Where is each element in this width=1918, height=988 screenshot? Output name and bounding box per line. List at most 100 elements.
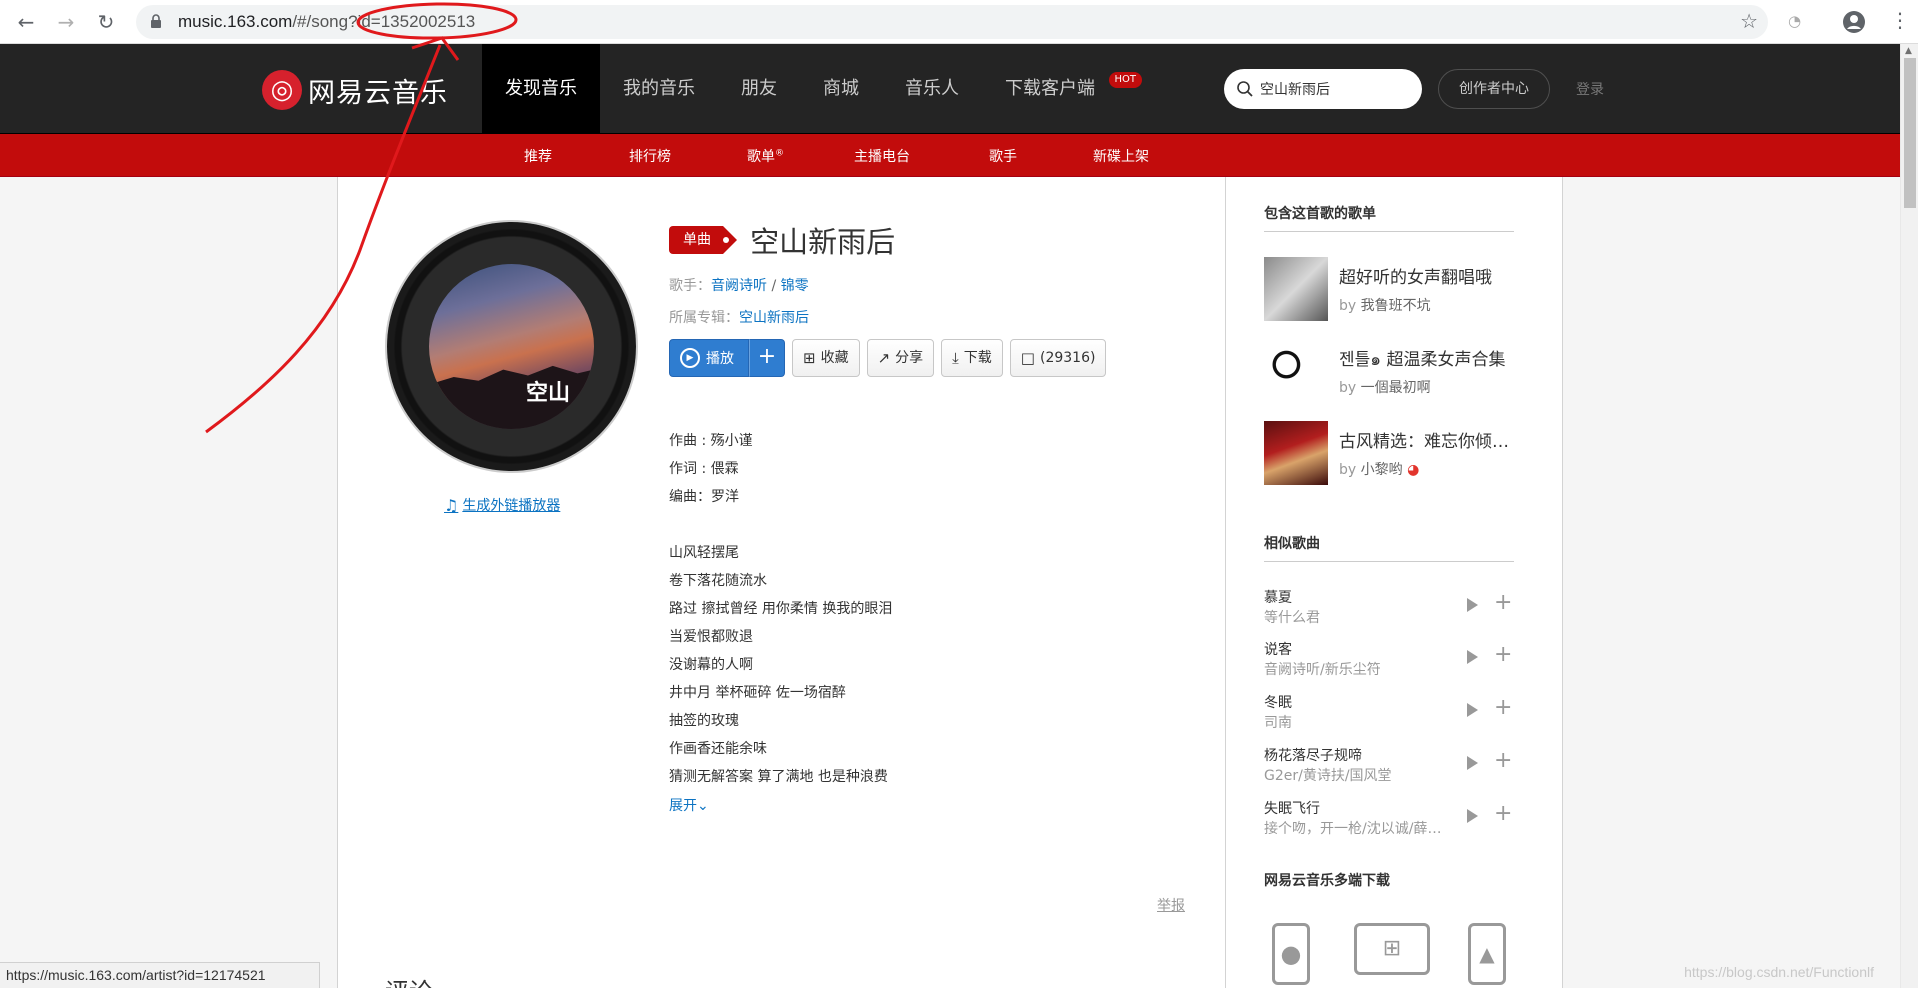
add-icon[interactable]: +	[1494, 643, 1512, 667]
playlist-creator[interactable]: 一個最初啊	[1361, 380, 1431, 396]
similar-song-name[interactable]: 杨花落尽子规啼	[1264, 745, 1362, 765]
login-link[interactable]: 登录	[1576, 79, 1604, 99]
similar-song-artist[interactable]: 等什么君	[1264, 607, 1454, 627]
similar-song-item: 杨花落尽子规啼 G2er/黄诗扶/国风堂 +	[1264, 745, 1514, 789]
play-icon[interactable]	[1467, 598, 1478, 612]
similar-song-item: 说客 音阙诗听/新乐尘符 +	[1264, 639, 1514, 683]
share-button[interactable]: ↗ 分享	[866, 339, 935, 377]
album-link[interactable]: 空山新雨后	[739, 310, 809, 326]
lyrics-gap	[669, 511, 892, 539]
comment-button[interactable]: □ (29316)	[1009, 339, 1107, 377]
nav-discover[interactable]: 发现音乐	[482, 44, 600, 134]
subnav-artists[interactable]: 歌手	[989, 146, 1017, 166]
similar-song-artist[interactable]: G2er/黄诗扶/国风堂	[1264, 765, 1454, 785]
similar-song-item: 冬眠 司南 +	[1264, 692, 1514, 736]
play-icon[interactable]	[1467, 650, 1478, 664]
url-path: /#/song?id=1352002513	[292, 12, 476, 31]
playlist-item[interactable]: 古风精选：难忘你倾城容颜 by 小黎哟 ◕	[1264, 421, 1524, 485]
share-icon: ↗	[877, 349, 891, 367]
add-icon[interactable]: +	[1494, 696, 1512, 720]
nav-friends[interactable]: 朋友	[718, 44, 800, 134]
search-input[interactable]	[1260, 77, 1410, 101]
subnav-playlists[interactable]: 歌单®	[747, 146, 784, 166]
add-icon[interactable]: +	[1494, 802, 1512, 826]
playlist-thumbnail[interactable]	[1264, 421, 1328, 485]
add-to-playlist-button[interactable]: +	[749, 339, 785, 377]
playlist-creator[interactable]: 小黎哟	[1361, 462, 1403, 478]
scroll-thumb[interactable]	[1904, 58, 1916, 208]
menu-kebab-icon[interactable]: ⋮	[1890, 8, 1910, 32]
by-label: by	[1339, 380, 1357, 396]
subnav-new-albums[interactable]: 新碟上架	[1093, 146, 1149, 166]
windows-device-icon[interactable]: ⊞	[1354, 923, 1430, 975]
address-bar[interactable]: music.163.com/#/song?id=1352002513 ☆	[136, 5, 1768, 39]
similar-section-title: 相似歌曲	[1264, 533, 1514, 562]
similar-song-name[interactable]: 慕夏	[1264, 587, 1292, 607]
playlist-creator-row: by 一個最初啊	[1339, 377, 1431, 397]
vinyl-disc: 空山	[387, 222, 636, 471]
singer-row: 歌手：音阙诗听 / 锦零	[669, 275, 1189, 295]
by-label: by	[1339, 462, 1357, 478]
playlist-item[interactable]: 超好听的女声翻唱哦 by 我鲁班不坑	[1264, 257, 1524, 321]
account-icon[interactable]	[1842, 10, 1866, 34]
bookmark-star-icon[interactable]: ☆	[1740, 9, 1758, 33]
page-scrollbar[interactable]: ▲	[1900, 44, 1918, 988]
add-icon[interactable]: +	[1494, 749, 1512, 773]
scroll-up-arrow-icon[interactable]: ▲	[1905, 46, 1912, 56]
logo[interactable]: ◎ 网易云音乐	[262, 70, 448, 110]
playlist-creator-row: by 我鲁班不坑	[1339, 295, 1431, 315]
lyric-line: 当爱恨都败退	[669, 629, 753, 645]
playlist-name[interactable]: 젠틀๑ 超温柔女声合集	[1339, 345, 1519, 373]
similar-song-artist[interactable]: 司南	[1264, 712, 1454, 732]
comments-heading: 评论	[385, 972, 433, 988]
play-button[interactable]: ▶ 播放	[669, 339, 749, 377]
album-cover[interactable]: 空山	[429, 264, 594, 429]
back-arrow-icon[interactable]: ←	[14, 10, 38, 34]
singer-link-2[interactable]: 锦零	[781, 278, 809, 294]
playlist-creator[interactable]: 我鲁班不坑	[1361, 298, 1431, 314]
download-button[interactable]: ⤓ 下载	[941, 339, 1003, 377]
nav-download-client[interactable]: 下载客户端 HOT	[982, 44, 1142, 134]
expand-lyrics-link[interactable]: 展开⌄	[669, 795, 892, 815]
similar-song-name[interactable]: 冬眠	[1264, 692, 1292, 712]
nav-download-label: 下载客户端	[1005, 78, 1095, 99]
apple-device-icon[interactable]: ●	[1272, 923, 1310, 985]
similar-song-name[interactable]: 说客	[1264, 639, 1292, 659]
play-icon[interactable]	[1467, 703, 1478, 717]
playlist-name[interactable]: 古风精选：难忘你倾城容颜	[1339, 427, 1519, 452]
by-label: by	[1339, 298, 1357, 314]
subnav-radio[interactable]: 主播电台	[854, 146, 910, 166]
playlist-item[interactable]: 젠틀๑ 超温柔女声合集 by 一個最初啊	[1264, 339, 1524, 403]
nav-my-music[interactable]: 我的音乐	[600, 44, 718, 134]
nav-musician[interactable]: 音乐人	[882, 44, 982, 134]
nav-store[interactable]: 商城	[800, 44, 882, 134]
android-device-icon[interactable]: ▲	[1468, 923, 1506, 985]
play-icon[interactable]	[1467, 809, 1478, 823]
creator-center-button[interactable]: 创作者中心	[1438, 69, 1550, 109]
speed-dial-icon[interactable]: ◔	[1788, 12, 1801, 30]
song-info: 单曲 空山新雨后 歌手：音阙诗听 / 锦零 所属专辑：空山新雨后 ▶ 播放 + …	[669, 219, 1189, 377]
external-player-link[interactable]: ♫ 生成外链播放器	[444, 495, 560, 515]
playlist-thumbnail[interactable]	[1264, 257, 1328, 321]
album-label: 所属专辑：	[669, 310, 739, 326]
collect-button[interactable]: ⊞ 收藏	[792, 339, 860, 377]
subnav-charts[interactable]: 排行榜	[629, 146, 671, 166]
credit-composer: 作曲 : 殇小谨	[669, 433, 753, 449]
add-icon[interactable]: +	[1494, 591, 1512, 615]
playlist-thumbnail[interactable]	[1264, 339, 1328, 403]
external-player-label: 生成外链播放器	[462, 498, 561, 514]
reload-icon[interactable]: ↻	[94, 10, 118, 34]
report-link[interactable]: 举报	[1157, 895, 1185, 915]
similar-song-artist[interactable]: 接个吻，开一枪/沈以诚/薛黛霏	[1264, 818, 1454, 838]
playlists-section-title: 包含这首歌的歌单	[1264, 203, 1514, 232]
playlist-creator-row: by 小黎哟 ◕	[1339, 459, 1419, 479]
sub-nav: 推荐 排行榜 歌单® 主播电台 歌手 新碟上架	[0, 134, 1900, 177]
subnav-recommend[interactable]: 推荐	[524, 146, 552, 166]
similar-song-artist[interactable]: 音阙诗听/新乐尘符	[1264, 659, 1454, 679]
singer-link-1[interactable]: 音阙诗听	[711, 278, 767, 294]
forward-arrow-icon[interactable]: →	[54, 10, 78, 34]
play-icon[interactable]	[1467, 756, 1478, 770]
verified-musician-icon: ◕	[1407, 462, 1420, 478]
playlist-name[interactable]: 超好听的女声翻唱哦	[1339, 263, 1519, 288]
similar-song-name[interactable]: 失眠飞行	[1264, 798, 1320, 818]
